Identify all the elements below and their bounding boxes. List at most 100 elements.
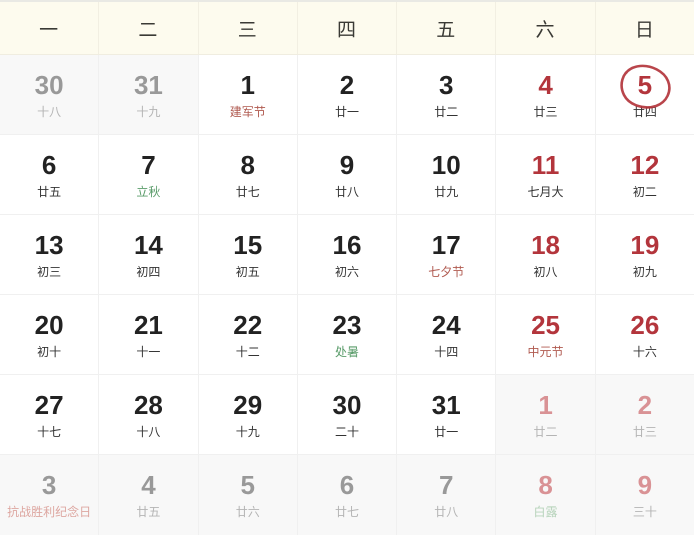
day-number: 7 [141, 149, 156, 180]
day-number: 25 [531, 309, 560, 340]
weekday-header-row: 一二三四五六日 [0, 2, 694, 55]
day-cell[interactable]: 16 初六 [297, 215, 398, 294]
day-lunar-label: 廿二 [434, 104, 459, 119]
day-number: 9 [339, 149, 355, 180]
day-number: 11 [531, 149, 560, 180]
day-cell[interactable]: 7 廿八 [397, 455, 497, 535]
calendar-grid: 30 十八 31 十九 1 建军节 2 廿一 3 廿二 4 廿三 5 廿四 6 廿五 7 立秋 8 廿七 9 廿八 10 廿九… [0, 55, 694, 535]
day-cell[interactable]: 9 廿八 [297, 135, 398, 214]
day-cell[interactable]: 5 廿六 [198, 455, 298, 535]
weekday-label: 二 [138, 19, 159, 41]
day-cell[interactable]: 15 初五 [198, 215, 298, 294]
day-cell[interactable]: 25 中元节 [496, 295, 596, 374]
weekday-label: 五 [436, 19, 457, 41]
day-lunar-label: 十九 [136, 104, 161, 119]
day-cell[interactable]: 7 立秋 [99, 135, 199, 214]
day-lunar-label: 二十 [334, 424, 359, 439]
day-lunar-label: 廿一 [434, 424, 459, 439]
day-number: 21 [133, 309, 163, 340]
day-cell[interactable]: 21 十一 [99, 295, 199, 374]
day-lunar-label: 十七 [37, 424, 62, 439]
day-lunar-label: 十二 [235, 344, 260, 359]
day-number: 8 [538, 470, 553, 500]
day-cell[interactable]: 12 初二 [595, 135, 694, 214]
weekday-header-cell-4: 五 [397, 2, 497, 54]
day-number: 2 [637, 389, 653, 420]
calendar-week-row: 3 抗战胜利纪念日 4 廿五 5 廿六 6 廿七 7 廿八 8 白露 9 三十 [0, 455, 694, 535]
day-cell[interactable]: 6 廿五 [0, 135, 100, 214]
day-cell[interactable]: 30 二十 [297, 375, 398, 454]
day-number: 20 [34, 309, 64, 340]
day-number: 30 [34, 69, 64, 100]
weekday-header-cell-5: 六 [496, 2, 596, 54]
day-cell[interactable]: 26 十六 [595, 295, 694, 374]
day-cell[interactable]: 8 廿七 [198, 135, 298, 214]
day-lunar-label: 十八 [37, 104, 62, 119]
calendar-week-row: 30 十八 31 十九 1 建军节 2 廿一 3 廿二 4 廿三 5 廿四 [0, 55, 694, 135]
day-lunar-label: 七月大 [527, 184, 564, 199]
day-cell[interactable]: 6 廿七 [297, 455, 398, 535]
day-cell[interactable]: 24 十四 [397, 295, 497, 374]
day-cell[interactable]: 14 初四 [99, 215, 199, 294]
day-number: 28 [133, 389, 163, 420]
day-number: 16 [332, 229, 362, 260]
day-number: 1 [538, 389, 553, 420]
weekday-label: 三 [237, 19, 258, 41]
day-cell[interactable]: 30 十八 [0, 55, 100, 134]
day-cell[interactable]: 1 廿二 [496, 375, 596, 454]
day-lunar-label: 廿二 [533, 424, 558, 439]
weekday-label: 四 [336, 19, 357, 41]
day-cell[interactable]: 3 抗战胜利纪念日 [0, 455, 100, 535]
day-lunar-label: 初五 [235, 264, 260, 279]
day-cell[interactable]: 8 白露 [496, 455, 596, 535]
weekday-header-cell-2: 三 [199, 2, 298, 54]
day-cell[interactable]: 27 十七 [0, 375, 100, 454]
day-lunar-label: 初六 [334, 264, 359, 279]
day-number: 2 [339, 69, 355, 100]
day-lunar-label: 七夕节 [428, 264, 465, 279]
day-lunar-label: 建军节 [229, 104, 266, 119]
day-cell[interactable]: 2 廿一 [297, 55, 398, 134]
day-number: 7 [439, 470, 454, 500]
day-lunar-label: 廿六 [235, 505, 260, 519]
day-cell[interactable]: 31 廿一 [397, 375, 497, 454]
day-lunar-label: 廿五 [136, 505, 161, 519]
day-cell[interactable]: 31 十九 [99, 55, 199, 134]
day-cell[interactable]: 18 初八 [496, 215, 596, 294]
day-lunar-label: 廿五 [37, 184, 62, 199]
day-number: 24 [431, 309, 461, 340]
calendar-week-row: 20 初十 21 十一 22 十二 23 处暑 24 十四 25 中元节 26 十六 [0, 295, 694, 375]
day-cell[interactable]: 2 廿三 [595, 375, 694, 454]
day-number: 5 [637, 69, 653, 100]
day-number: 22 [233, 309, 263, 340]
day-cell[interactable]: 29 十九 [198, 375, 298, 454]
day-cell[interactable]: 20 初十 [0, 295, 100, 374]
day-lunar-label: 廿八 [434, 505, 459, 519]
day-cell[interactable]: 3 廿二 [397, 55, 497, 134]
weekday-label: 日 [634, 19, 655, 41]
calendar-week-row: 27 十七 28 十八 29 十九 30 二十 31 廿一 1 廿二 2 廿三 [0, 375, 694, 455]
day-cell[interactable]: 23 处暑 [297, 295, 398, 374]
day-lunar-label: 廿八 [334, 184, 359, 199]
day-cell[interactable]: 5 廿四 [595, 55, 694, 134]
day-number: 5 [240, 470, 255, 500]
day-cell[interactable]: 4 廿三 [496, 55, 596, 134]
day-cell[interactable]: 9 三十 [595, 455, 694, 535]
calendar-widget: 一二三四五六日 30 十八 31 十九 1 建军节 2 廿一 3 廿二 4 廿三 5 廿四 6 廿五 7 立秋 8 廿… [0, 0, 694, 546]
day-cell[interactable]: 11 七月大 [496, 135, 596, 214]
day-number: 31 [133, 69, 163, 100]
day-cell[interactable]: 28 十八 [99, 375, 199, 454]
weekday-label: 六 [535, 19, 556, 41]
day-number: 15 [233, 229, 263, 260]
day-cell[interactable]: 1 建军节 [198, 55, 298, 134]
calendar-week-row: 13 初三 14 初四 15 初五 16 初六 17 七夕节 18 初八 19 初九 [0, 215, 694, 295]
day-cell[interactable]: 4 廿五 [99, 455, 199, 535]
weekday-label: 一 [39, 19, 60, 41]
day-lunar-label: 立秋 [136, 184, 161, 199]
day-lunar-label: 廿三 [632, 424, 657, 439]
day-cell[interactable]: 10 廿九 [397, 135, 497, 214]
day-cell[interactable]: 17 七夕节 [397, 215, 497, 294]
day-cell[interactable]: 13 初三 [0, 215, 100, 294]
day-cell[interactable]: 19 初九 [595, 215, 694, 294]
day-cell[interactable]: 22 十二 [198, 295, 298, 374]
